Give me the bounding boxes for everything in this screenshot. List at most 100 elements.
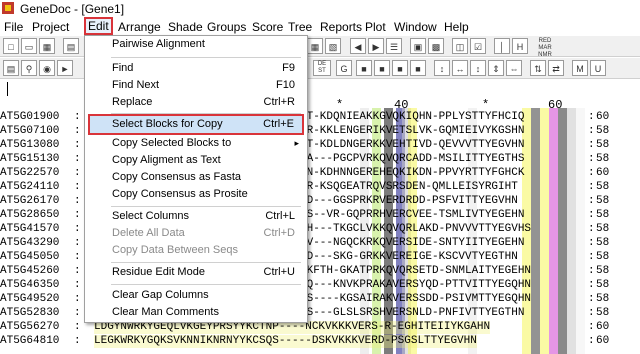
sequence-row[interactable]: AT5G64810: LEGKWRKYGQKSVKNNIKNRNYYKCSQS--…	[0, 335, 640, 348]
menu-item-select-blocks-for-copy[interactable]: Select Blocks for Copy Ctrl+E	[88, 114, 304, 135]
sequence-residues[interactable]: RT-KDLDNGERKKVEHTIVD-QEVVVTTYEGVHN	[300, 139, 524, 152]
tool-stack-icon[interactable]: ☰	[386, 38, 402, 54]
sequence-residues[interactable]: VV---NGQCKRKQVERSIDE-SNTYIITYEGEHN	[300, 237, 524, 250]
menu-groups[interactable]: Groups	[205, 19, 248, 35]
sequence-residues[interactable]: YT-KDQNIEAKKGVQKIQHN-PPLYSTTYFHCIQ	[300, 111, 524, 124]
sequence-residues[interactable]: TQ---KNVKPRAKAVERSYQD-PTTVITTYEGQHN	[300, 279, 531, 292]
menu-score[interactable]: Score	[250, 19, 285, 35]
tool-g-icon[interactable]: G	[336, 60, 352, 76]
tool-left-icon[interactable]: ◀	[350, 38, 366, 54]
ruler-mark: *	[482, 98, 490, 112]
tool-table-icon[interactable]: ▧	[325, 38, 341, 54]
sequence-count: 58	[596, 181, 610, 193]
open-file-icon[interactable]: ▭	[21, 38, 37, 54]
menu-item-shortcut: Ctrl+D	[263, 227, 295, 239]
sequence-name: AT5G26170	[0, 195, 60, 207]
sequence-separator: :	[588, 111, 595, 123]
menu-item-replace[interactable]: Replace Ctrl+R	[85, 94, 307, 111]
sequence-name: AT5G46350	[0, 279, 60, 291]
tool-h-icon[interactable]: H	[512, 38, 528, 54]
dest-icon[interactable]: DE ST	[313, 60, 331, 76]
sequence-name: AT5G41570	[0, 223, 60, 235]
menu-item-pairwise-alignment[interactable]: Pairwise Alignment	[85, 36, 307, 53]
menu-plot[interactable]: Plot	[363, 19, 388, 35]
menu-item-residue-edit-mode[interactable]: Residue Edit Mode Ctrl+U	[85, 264, 307, 281]
tool-box-icon[interactable]: ▣	[410, 38, 426, 54]
mode-label[interactable]: RED MAR NMR	[532, 38, 558, 58]
menu-item-clear-man-comments[interactable]: Clear Man Comments	[85, 304, 307, 321]
tool-right-icon[interactable]: ▶	[368, 38, 384, 54]
menu-item-find[interactable]: Find F9	[85, 60, 307, 77]
menu-item-copy-data-between-seqs[interactable]: Copy Data Between Seqs	[85, 242, 307, 259]
sequence-residues[interactable]: ES--VR-GQPRRHVERCVEE-TSMLIVTYEGEHN	[300, 209, 524, 222]
tool-bar-icon[interactable]: │	[494, 38, 510, 54]
menu-window[interactable]: Window	[392, 19, 439, 35]
tool-arrow3-icon[interactable]: ↕	[470, 60, 486, 76]
menu-arrange[interactable]: Arrange	[116, 19, 163, 35]
binoculars-icon[interactable]: ◉	[39, 60, 55, 76]
menu-edit[interactable]: Edit	[84, 17, 113, 35]
sequence-separator: :	[588, 125, 595, 137]
menu-item-label: Copy Consensus as Prosite	[112, 188, 248, 200]
tool-arrow1-icon[interactable]: ↕	[434, 60, 450, 76]
tool-block1-icon[interactable]: ■	[356, 60, 372, 76]
menu-item-select-columns[interactable]: Select Columns Ctrl+L	[85, 208, 307, 225]
sequence-residues[interactable]: GD---SKG-GRKKVEREIGE-KSCVVTYEGTHN	[300, 251, 518, 264]
sequence-residues[interactable]: VD---GGSPRKRVERDRDD-PSFVITTYEGVHN	[300, 195, 518, 208]
sequence-count: 58	[596, 307, 610, 319]
menu-reports[interactable]: Reports	[318, 19, 364, 35]
sequence-name: AT5G07100	[0, 125, 60, 137]
tool-arrow6-icon[interactable]: ⇅	[530, 60, 546, 76]
sequence-residues[interactable]: YR-KSQGEATRQVSRSDEN-QMLLEISYRGIHT	[300, 181, 518, 194]
sequence-residues[interactable]: YH---TKGCLVKKQVQRLAKD-PNVVVTTYEGVHS	[300, 223, 531, 236]
menu-separator	[111, 206, 301, 207]
sequence-separator: :	[74, 153, 81, 165]
menu-item-clear-gap-columns[interactable]: Clear Gap Columns	[85, 287, 307, 304]
sequence-residues[interactable]: HR-KKLENGERIKVETSLVK-GQMIEIVYKGSHN	[300, 125, 524, 138]
tool-grid-icon[interactable]: ▦	[307, 38, 323, 54]
sequence-residues[interactable]: YN-KDHNNGEREHEQKIKDN-PPVYRTTYFGHCK	[300, 167, 524, 180]
menu-item-find-next[interactable]: Find Next F10	[85, 77, 307, 94]
menu-item-delete-all-data[interactable]: Delete All Data Ctrl+D	[85, 225, 307, 242]
tool-cells-icon[interactable]: ▩	[428, 38, 444, 54]
outline-icon[interactable]: ▤	[3, 60, 19, 76]
tool-split-icon[interactable]: ◫	[452, 38, 468, 54]
menu-shade[interactable]: Shade	[166, 19, 205, 35]
sequence-residues[interactable]: TS----KGSAIRAKVERSSDD-PSIVMTTYEGQHN	[300, 293, 531, 306]
sequence-count: 58	[596, 293, 610, 305]
menu-item-copy-alignment-as-text[interactable]: Copy Aligment as Text	[85, 152, 307, 169]
zoom-icon[interactable]: ⚲	[21, 60, 37, 76]
tool-block4-icon[interactable]: ■	[410, 60, 426, 76]
menu-item-copy-consensus-as-prosite[interactable]: Copy Consensus as Prosite	[85, 186, 307, 203]
menu-item-label: Copy Data Between Seqs	[112, 244, 238, 256]
find-next-icon[interactable]: ►	[57, 60, 73, 76]
sequence-name: AT5G45050	[0, 251, 60, 263]
tool-m-icon[interactable]: M	[572, 60, 588, 76]
sequence-count: 60	[596, 335, 610, 347]
sequence-separator: :	[588, 293, 595, 305]
new-file-icon[interactable]: □	[3, 38, 19, 54]
tool-arrow5-icon[interactable]: ⇔	[506, 60, 522, 76]
sequence-residues[interactable]: YS---GLSLSRSHVERSNLD-PNFIVTTYEGTHN	[300, 307, 524, 320]
tool-arrow4-icon[interactable]: ⇕	[488, 60, 504, 76]
tool-u-icon[interactable]: U	[590, 60, 606, 76]
sequence-separator: :	[588, 237, 595, 249]
menu-project[interactable]: Project	[30, 19, 71, 35]
tool-arrow2-icon[interactable]: ↔	[452, 60, 468, 76]
sequence-residues[interactable]: YKFTH-GKATPRKQVQRSETD-SNMLAITYEGEHN	[300, 265, 531, 278]
tool-check-icon[interactable]: ☑	[470, 38, 486, 54]
tool-block3-icon[interactable]: ■	[392, 60, 408, 76]
sequence-residues[interactable]: VA---PGCPVRKQVQRCADD-MSILITTYEGTHS	[300, 153, 524, 166]
menu-file[interactable]: File	[2, 19, 25, 35]
tool-arrow7-icon[interactable]: ⇄	[548, 60, 564, 76]
tool-block2-icon[interactable]: ■	[374, 60, 390, 76]
sequence-separator: :	[74, 265, 81, 277]
menu-tree[interactable]: Tree	[286, 19, 314, 35]
menu-item-copy-selected-blocks-to[interactable]: Copy Selected Blocks to ▸	[85, 135, 307, 152]
menu-help[interactable]: Help	[442, 19, 471, 35]
genedoc-app-icon	[2, 2, 14, 14]
print-icon[interactable]: ▤	[63, 38, 79, 54]
save-icon[interactable]: ▦	[39, 38, 55, 54]
menu-item-copy-consensus-as-fasta[interactable]: Copy Consensus as Fasta	[85, 169, 307, 186]
sequence-residues[interactable]: LEGKWRKYGQKSVKNNIKNRNYYKCSQS-----DSKVKKK…	[94, 335, 477, 348]
